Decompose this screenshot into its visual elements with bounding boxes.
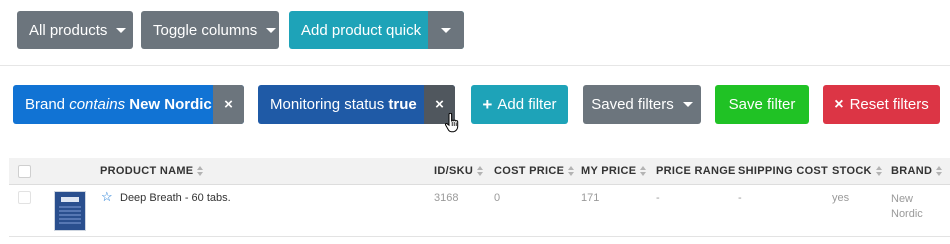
product-name-cell[interactable]: Deep Breath - 60 tabs. xyxy=(120,192,231,204)
column-header-price-range: PRICE RANGE xyxy=(656,165,736,177)
price-range-cell: - xyxy=(656,192,660,204)
saved-filters-label: Saved filters xyxy=(591,96,674,113)
remove-brand-filter-icon[interactable]: × xyxy=(213,85,244,124)
add-filter-button[interactable]: + Add filter xyxy=(471,85,568,124)
table-header: PRODUCT NAME ID/SKU COST PRICE MY PRICE … xyxy=(9,158,950,185)
column-header-shipping-cost: SHIPPING COST xyxy=(738,165,829,177)
save-filter-button[interactable]: Save filter xyxy=(715,85,809,124)
column-header-id-sku[interactable]: ID/SKU xyxy=(434,158,484,185)
sort-icon xyxy=(640,166,647,177)
column-header-my-price[interactable]: MY PRICE xyxy=(581,158,647,185)
add-filter-label: Add filter xyxy=(497,96,557,113)
table-row[interactable]: ☆ Deep Breath - 60 tabs. 3168 0 171 - - … xyxy=(9,185,950,237)
stock-cell: yes xyxy=(832,192,850,204)
brand-filter-label: Brand contains New Nordic xyxy=(25,96,212,113)
sort-icon xyxy=(875,166,883,177)
cost-price-cell: 0 xyxy=(494,192,501,204)
close-icon: × xyxy=(834,95,844,113)
sort-icon xyxy=(936,166,943,177)
monitoring-filter-label: Monitoring status true xyxy=(270,96,417,113)
select-all-checkbox[interactable] xyxy=(18,165,31,178)
toggle-columns-dropdown[interactable]: Toggle columns xyxy=(141,11,279,49)
all-products-label: All products xyxy=(29,21,108,39)
my-price-cell: 171 xyxy=(581,192,600,204)
plus-icon: + xyxy=(482,94,493,114)
column-header-product-name[interactable]: PRODUCT NAME xyxy=(100,158,204,185)
reset-filters-label: Reset filters xyxy=(849,96,929,113)
products-page: All products Toggle columns Add product … xyxy=(0,0,950,244)
saved-filters-dropdown[interactable]: Saved filters xyxy=(583,85,701,124)
id-sku-cell: 3168 xyxy=(434,192,459,204)
toggle-columns-label: Toggle columns xyxy=(153,21,258,39)
top-toolbar: All products Toggle columns Add product … xyxy=(0,0,950,66)
hand-cursor-icon xyxy=(444,113,459,133)
shipping-cost-cell: - xyxy=(738,192,742,204)
sort-icon xyxy=(477,166,484,177)
add-product-quick-label: Add product quick xyxy=(301,21,422,39)
sort-icon xyxy=(197,166,204,177)
caret-down-icon xyxy=(116,27,127,33)
column-header-stock[interactable]: STOCK xyxy=(832,158,883,185)
caret-down-icon xyxy=(266,27,277,33)
sort-icon xyxy=(568,166,575,177)
reset-filters-button[interactable]: × Reset filters xyxy=(823,85,940,124)
row-checkbox[interactable] xyxy=(18,191,31,204)
monitoring-status-filter-chip[interactable]: Monitoring status true × xyxy=(258,85,455,124)
product-thumbnail[interactable] xyxy=(54,191,86,231)
brand-cell: New Nordic xyxy=(891,193,923,220)
column-header-cost-price[interactable]: COST PRICE xyxy=(494,158,575,185)
save-filter-label: Save filter xyxy=(728,96,796,113)
add-product-quick-button[interactable]: Add product quick xyxy=(289,11,464,49)
caret-down-icon xyxy=(441,27,451,33)
add-product-split-toggle[interactable] xyxy=(428,11,464,49)
brand-filter-chip[interactable]: Brand contains New Nordic × xyxy=(13,85,244,124)
caret-down-icon xyxy=(682,102,693,107)
all-products-dropdown[interactable]: All products xyxy=(17,11,133,49)
column-header-brand[interactable]: BRAND xyxy=(891,158,943,185)
star-icon[interactable]: ☆ xyxy=(101,190,113,203)
